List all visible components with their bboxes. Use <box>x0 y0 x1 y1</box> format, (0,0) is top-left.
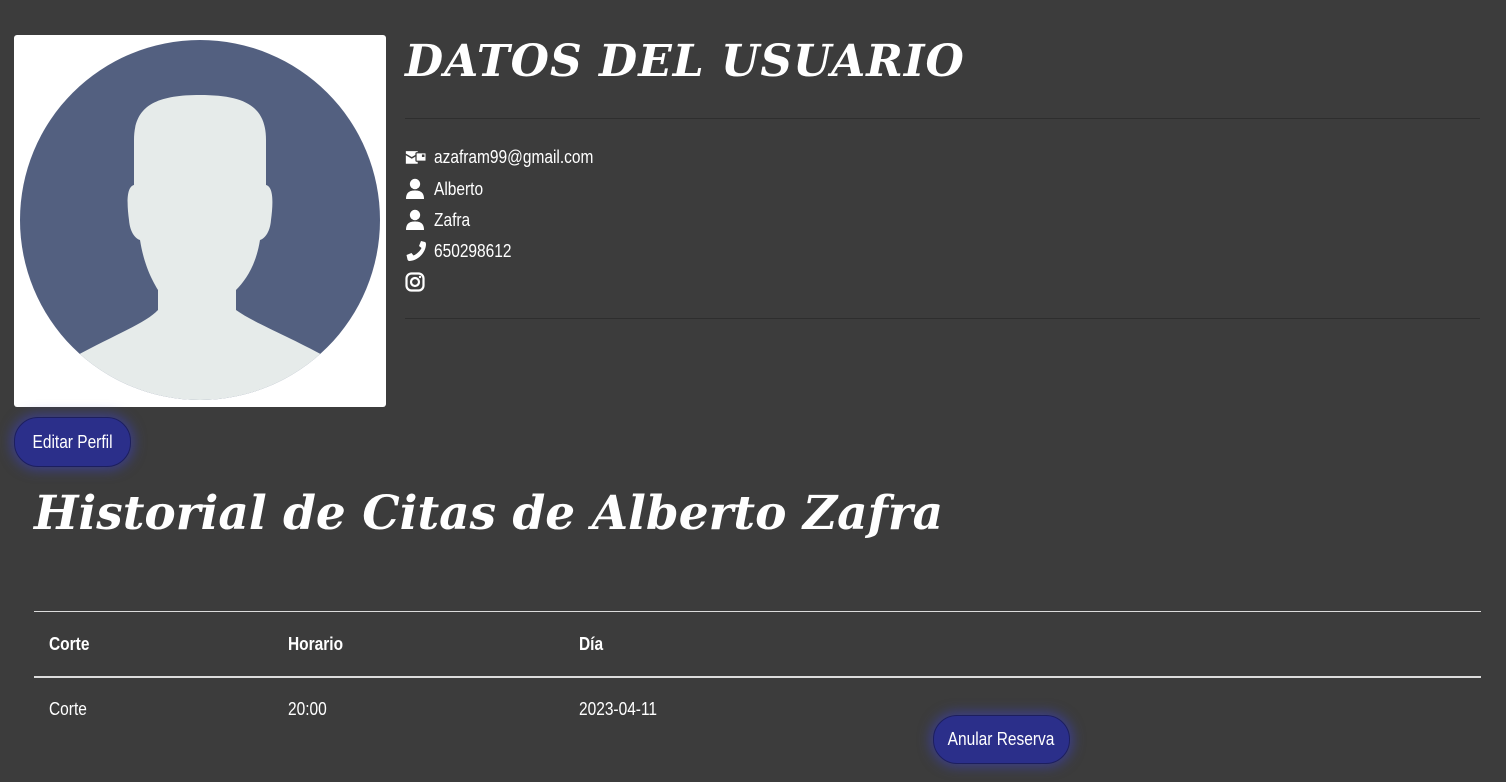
last-name-row: Zafra <box>405 208 476 232</box>
appointment-history-title: Historial de Citas de Alberto Zafra <box>34 486 944 541</box>
column-header-service: Corte <box>49 634 90 654</box>
last-name-value: Zafra <box>434 209 471 230</box>
first-name-value: Alberto <box>434 178 484 199</box>
table-cell-time: 20:00 <box>288 699 327 719</box>
column-header-date: Día <box>579 634 604 654</box>
divider <box>405 318 1480 319</box>
instagram-icon[interactable] <box>405 271 427 293</box>
table-top-border <box>34 611 1481 612</box>
table-cell-service: Corte <box>49 699 87 719</box>
email-value: azafram99@gmail.com <box>434 146 594 167</box>
table-header-border <box>34 676 1481 678</box>
user-avatar-placeholder-icon <box>20 40 380 400</box>
phone-value: 650298612 <box>434 240 512 261</box>
user-icon <box>405 209 427 231</box>
column-header-time: Horario <box>288 634 344 654</box>
phone-row: 650298612 <box>405 239 524 263</box>
envelope-icon <box>405 146 427 168</box>
first-name-row: Alberto <box>405 177 491 201</box>
avatar <box>14 35 386 407</box>
phone-icon <box>405 240 427 262</box>
user-data-title: DATOS DEL USUARIO <box>405 36 965 87</box>
cancel-booking-button[interactable]: Anular Reserva <box>933 715 1070 764</box>
user-profile-page: DATOS DEL USUARIO azafram99@gmail.com Al… <box>0 0 1506 782</box>
instagram-row <box>405 270 434 294</box>
cancel-booking-label: Anular Reserva <box>948 729 1055 749</box>
edit-profile-button[interactable]: Editar Perfil <box>14 417 131 467</box>
edit-profile-label: Editar Perfil <box>32 431 113 452</box>
user-icon <box>405 178 427 200</box>
table-cell-date: 2023-04-11 <box>579 699 658 719</box>
email-row: azafram99@gmail.com <box>405 145 619 169</box>
divider <box>405 118 1480 119</box>
